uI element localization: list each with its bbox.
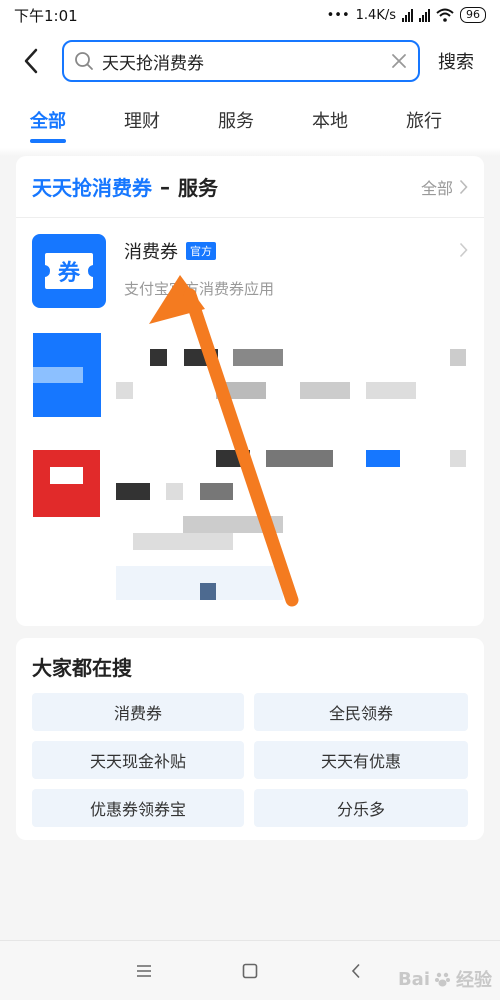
search-header: 天天抢消费券 搜索: [0, 30, 500, 92]
popular-item[interactable]: 优惠券领券宝: [32, 789, 244, 827]
more-dots-icon: •••: [326, 7, 350, 23]
mosaic-cell: [183, 516, 283, 533]
view-all-label: 全部: [420, 178, 453, 198]
popular-item[interactable]: 天天现金补贴: [32, 741, 244, 779]
coupon-app-icon: 券: [32, 234, 106, 308]
mosaic-cell: [116, 382, 133, 399]
mosaic-cell: [450, 349, 466, 366]
battery-icon: 96: [460, 7, 486, 23]
mosaic-cell: [200, 583, 216, 600]
tabs-divider: [0, 148, 500, 156]
status-icons: ••• 1.4K/s 96: [327, 7, 486, 23]
tab-travel[interactable]: 旅行: [406, 107, 442, 133]
chevron-right-icon: [459, 179, 468, 194]
home-button[interactable]: [236, 957, 264, 985]
mosaic-cell: [300, 382, 350, 399]
mosaic-cell: [184, 349, 218, 366]
category-title: 服务: [178, 176, 218, 200]
status-time: 下午1:01: [14, 6, 78, 25]
mosaic-cell: [216, 382, 266, 399]
baidu-watermark: Bai 经验: [398, 966, 492, 992]
back-button[interactable]: [0, 30, 62, 92]
popular-item[interactable]: 分乐多: [254, 789, 468, 827]
mosaic-cell: [216, 450, 250, 467]
status-bar: 下午1:01 ••• 1.4K/s 96: [0, 0, 500, 30]
tab-service[interactable]: 服务: [218, 107, 254, 133]
ticket-icon: 券: [45, 253, 93, 289]
mosaic-cell: [133, 533, 233, 550]
mosaic-cell: [366, 450, 400, 467]
official-badge: 官方: [186, 242, 216, 260]
mosaic-cell: [166, 483, 183, 500]
mosaic-cell: [266, 450, 333, 467]
mosaic-cell: [450, 450, 466, 467]
back-arrow-icon: [24, 48, 38, 74]
title-separator: –: [160, 174, 170, 199]
popular-grid: 消费券 全民领券 天天现金补贴 天天有优惠 优惠券领券宝 分乐多: [32, 693, 468, 827]
app-result-row[interactable]: 券 消费券 官方 支付宝官方消费券应用: [16, 218, 484, 318]
mosaic-cell: [50, 467, 83, 484]
signal-icon-2: [419, 8, 430, 22]
wifi-icon: [436, 8, 454, 22]
mosaic-cell: [150, 349, 167, 366]
watermark-text: Bai: [397, 968, 430, 990]
mosaic-cell: [200, 483, 233, 500]
nav-back-button[interactable]: [342, 957, 370, 985]
view-all-link[interactable]: 全部: [421, 175, 468, 199]
tab-all[interactable]: 全部: [30, 107, 66, 143]
app-icon-char: 券: [57, 260, 81, 286]
chevron-right-icon: [459, 242, 468, 258]
menu-button[interactable]: [130, 957, 158, 985]
keyword-title: 天天抢消费券: [32, 176, 152, 200]
app-title-row: 消费券 官方: [124, 238, 459, 264]
mosaic-cell: [233, 349, 283, 366]
search-icon: [75, 52, 93, 70]
service-card-header: 天天抢消费券 – 服务 全部: [16, 156, 484, 218]
mosaic-cell: [116, 483, 150, 500]
popular-item[interactable]: 消费券: [32, 693, 244, 731]
clear-icon[interactable]: [390, 52, 408, 70]
app-name: 消费券: [124, 242, 178, 263]
search-button[interactable]: 搜索: [438, 48, 474, 74]
tab-finance[interactable]: 理财: [124, 107, 160, 133]
home-square-icon: [242, 963, 258, 978]
app-description: 支付宝官方消费券应用: [124, 280, 275, 298]
mosaic-cell: [366, 382, 416, 399]
signal-icon: [402, 8, 413, 22]
tab-local[interactable]: 本地: [312, 107, 348, 133]
popular-item[interactable]: 天天有优惠: [254, 741, 468, 779]
paw-icon: [435, 972, 450, 987]
app-info: 消费券 官方 支付宝官方消费券应用: [124, 234, 459, 299]
watermark-suffix: 经验: [456, 970, 492, 991]
search-query[interactable]: 天天抢消费券: [102, 49, 390, 74]
category-tabs: 全部 理财 服务 本地 旅行: [0, 92, 500, 148]
popular-title: 大家都在搜: [32, 656, 132, 680]
search-input[interactable]: 天天抢消费券: [62, 40, 420, 82]
net-speed: 1.4K/s: [355, 7, 396, 23]
nav-back-icon: [351, 963, 360, 978]
mosaic-cell: [33, 367, 83, 383]
menu-icon: [137, 964, 151, 977]
popular-searches-card: 大家都在搜 消费券 全民领券 天天现金补贴 天天有优惠 优惠券领券宝 分乐多: [16, 638, 484, 840]
popular-item[interactable]: 全民领券: [254, 693, 468, 731]
service-results-card: 天天抢消费券 – 服务 全部 券 消费券 官方 支付宝官方消费券应用: [16, 156, 484, 626]
